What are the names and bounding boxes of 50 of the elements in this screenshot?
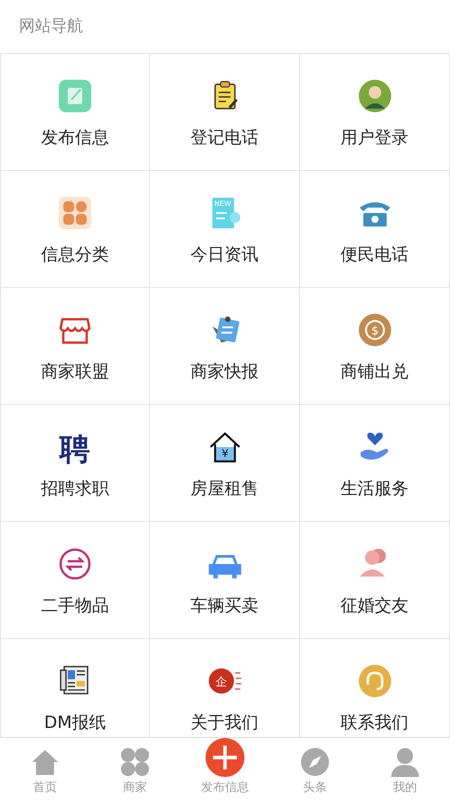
note-icon: [57, 78, 93, 114]
user-icon: [356, 78, 392, 114]
coin-icon: $: [356, 312, 392, 348]
nav-tile[interactable]: $ 商铺出兑: [300, 288, 450, 405]
nav-tile[interactable]: NEW 今日资讯: [150, 171, 300, 288]
tab-label: 发布信息: [201, 779, 249, 796]
tile-label: 商家联盟: [41, 361, 109, 383]
tile-label: 发布信息: [41, 127, 109, 149]
nav-tile[interactable]: 信息分类: [0, 171, 150, 288]
swap-icon: [57, 546, 93, 582]
tab-label: 首页: [33, 779, 57, 796]
home-icon: [30, 747, 60, 777]
person-icon: [390, 747, 420, 777]
nav-tile[interactable]: 车辆买卖: [150, 522, 300, 639]
tile-label: 车辆买卖: [190, 595, 258, 617]
tab-label: 头条: [303, 779, 327, 796]
clover-icon: [120, 747, 150, 777]
tile-label: 招聘求职: [41, 478, 109, 500]
headset-icon: [356, 663, 392, 699]
nav-tile[interactable]: ¥ 房屋租售: [150, 405, 300, 522]
tile-label: 二手物品: [41, 595, 109, 617]
nav-tile[interactable]: 二手物品: [0, 522, 150, 639]
tab-label: 我的: [393, 779, 417, 796]
tile-label: 商家快报: [190, 361, 258, 383]
compass-icon: [300, 747, 330, 777]
tile-label: 登记电话: [190, 127, 258, 149]
hire-icon: 聘: [57, 429, 93, 465]
nav-tile[interactable]: 聘 招聘求职: [0, 405, 150, 522]
tile-label: 商铺出兑: [340, 361, 408, 383]
nav-tile[interactable]: 生活服务: [300, 405, 450, 522]
tile-label: 房屋租售: [190, 478, 258, 500]
nav-tile[interactable]: 用户登录: [300, 54, 450, 171]
page-title: 网站导航: [19, 16, 83, 37]
tile-label: 信息分类: [41, 244, 109, 266]
nav-tile[interactable]: 商家联盟: [0, 288, 150, 405]
grid-icon: [57, 195, 93, 231]
tile-label: 便民电话: [340, 244, 408, 266]
nav-tile[interactable]: 发布信息: [0, 54, 150, 171]
nav-tile[interactable]: 征婚交友: [300, 522, 450, 639]
tile-label: 生活服务: [340, 478, 408, 500]
tile-label: DM报纸: [44, 712, 106, 734]
tile-label: 征婚交友: [340, 595, 408, 617]
nav-tile[interactable]: 商家快报: [150, 288, 300, 405]
nav-tile[interactable]: 便民电话: [300, 171, 450, 288]
nav-tile[interactable]: 登记电话: [150, 54, 300, 171]
tile-label: 用户登录: [340, 127, 408, 149]
tile-label: 今日资讯: [190, 244, 258, 266]
tile-label: 联系我们: [340, 712, 408, 734]
tab-label: 商家: [123, 779, 147, 796]
tile-label: 关于我们: [190, 712, 258, 734]
